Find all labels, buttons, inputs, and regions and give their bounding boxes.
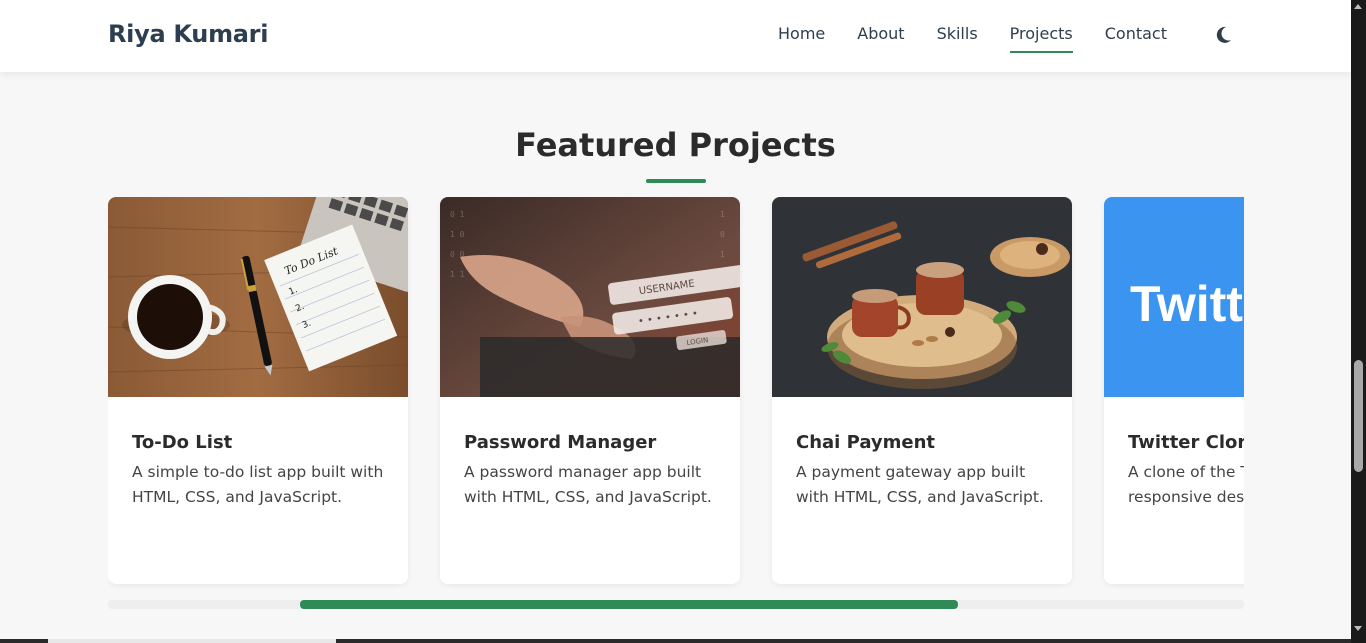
svg-text:1 1: 1 1 — [450, 270, 465, 279]
todo-list-image: To Do List 1. 2. 3. — [108, 197, 408, 397]
moon-icon[interactable] — [1212, 24, 1234, 46]
login-keyboard-image: 0 11 00 01 1 101 USERNAME • • • • • • • … — [440, 197, 740, 397]
page-scrollbar[interactable] — [1351, 0, 1366, 643]
card-description: A clone of the T media platforn responsi… — [1128, 463, 1244, 506]
twitter-banner-text: Twitt — [1130, 276, 1243, 332]
card-description: A password manager app built with HTML, … — [464, 463, 712, 506]
card-description: A payment gateway app built with HTML, C… — [796, 463, 1044, 506]
svg-text:1: 1 — [720, 210, 725, 219]
project-card-twitter-clone[interactable]: Twitt Twitter Clon A clone of the T medi… — [1104, 197, 1244, 584]
title-underline — [646, 179, 706, 183]
svg-text:0 1: 0 1 — [450, 210, 465, 219]
navbar: Riya Kumari Home About Skills Projects C… — [0, 0, 1351, 72]
brand-logo[interactable]: Riya Kumari — [108, 20, 268, 48]
project-card-chai-payment[interactable]: Chai Payment A payment gateway app built… — [772, 197, 1072, 584]
svg-text:0: 0 — [720, 230, 725, 239]
scroll-down-arrow-icon[interactable] — [1354, 626, 1362, 631]
bottom-edge — [0, 639, 1351, 643]
card-title: Password Manager — [464, 432, 657, 453]
chai-cups-image — [772, 197, 1072, 397]
carousel-scroll-thumb[interactable] — [299, 600, 958, 609]
card-title: To-Do List — [132, 432, 233, 453]
projects-carousel[interactable]: To Do List 1. 2. 3. To-Do List A simple … — [108, 197, 1244, 589]
carousel-scroll-track[interactable] — [108, 600, 1244, 609]
nav-links: Home About Skills Projects Contact — [778, 24, 1199, 53]
nav-link-about[interactable]: About — [857, 24, 904, 53]
nav-link-projects[interactable]: Projects — [1009, 24, 1073, 53]
nav-link-skills[interactable]: Skills — [937, 24, 978, 53]
project-card-password-manager[interactable]: 0 11 00 01 1 101 USERNAME • • • • • • • … — [440, 197, 740, 584]
nav-link-contact[interactable]: Contact — [1105, 24, 1167, 53]
svg-text:1: 1 — [720, 250, 725, 259]
card-description: A simple to-do list app built with HTML,… — [132, 463, 384, 506]
svg-text:1 0: 1 0 — [450, 230, 465, 239]
card-title: Twitter Clon — [1128, 432, 1244, 453]
card-title: Chai Payment — [796, 432, 936, 453]
page-scroll-thumb[interactable] — [1354, 360, 1363, 472]
bottom-edge-segment — [48, 639, 336, 643]
twitter-logo-banner: Twitt — [1104, 197, 1244, 397]
project-card-todo[interactable]: To Do List 1. 2. 3. To-Do List A simple … — [108, 197, 408, 584]
nav-link-home[interactable]: Home — [778, 24, 825, 53]
section-title: Featured Projects — [515, 126, 836, 164]
scroll-up-arrow-icon[interactable] — [1354, 4, 1362, 9]
